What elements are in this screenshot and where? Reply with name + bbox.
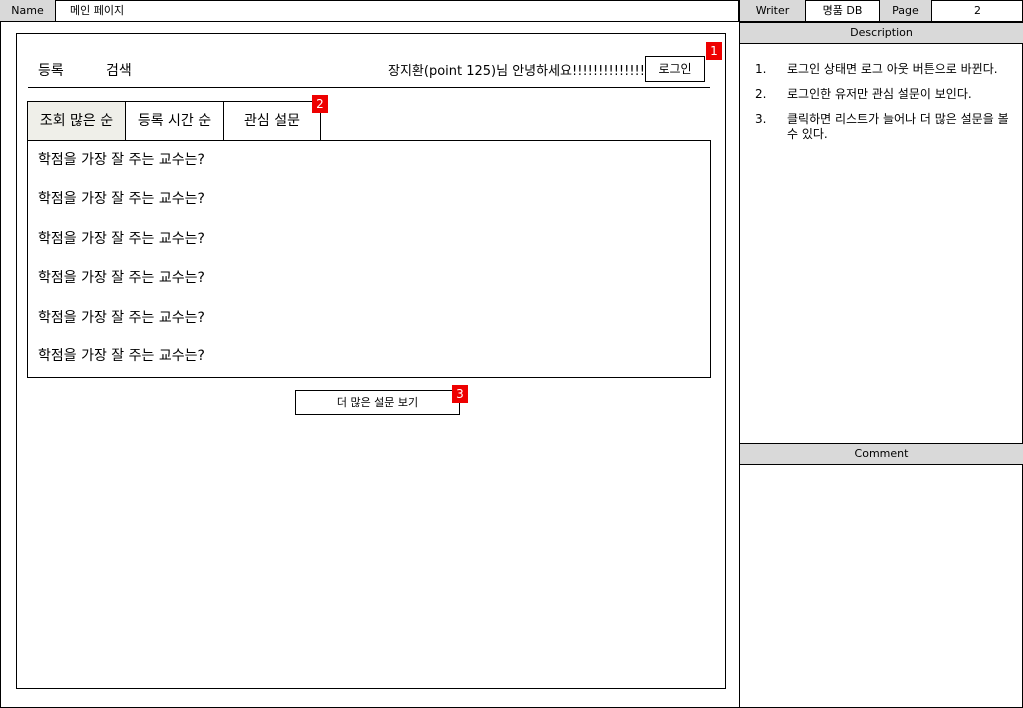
page-label: Page <box>880 0 932 22</box>
more-surveys-button[interactable]: 더 많은 설문 보기 <box>295 390 460 415</box>
survey-list-item[interactable]: 학점을 가장 잘 주는 교수는? <box>38 309 205 327</box>
tab-most-viewed[interactable]: 조회 많은 순 <box>27 101 126 141</box>
tab-favorite-surveys[interactable]: 관심 설문 <box>223 101 321 141</box>
page-number: 2 <box>932 0 1023 22</box>
survey-list-item[interactable]: 학점을 가장 잘 주는 교수는? <box>38 230 205 248</box>
survey-list-item[interactable]: 학점을 가장 잘 주는 교수는? <box>38 190 205 208</box>
writer-label: Writer <box>740 0 806 22</box>
nav-divider <box>28 87 710 88</box>
survey-list-item[interactable]: 학점을 가장 잘 주는 교수는? <box>38 151 205 169</box>
description-list: 1. 로그인 상태면 로그 아웃 버튼으로 바뀐다. 2. 로그인한 유저만 관심 … <box>755 62 1015 152</box>
annotation-badge-2: 2 <box>312 95 328 113</box>
survey-list-item[interactable]: 학점을 가장 잘 주는 교수는? <box>38 347 205 365</box>
login-button[interactable]: 로그인 <box>645 56 705 82</box>
greeting-text: 장지환(point 125)님 안녕하세요!!!!!!!!!!!!!!! <box>388 64 651 79</box>
nav-search-link[interactable]: 검색 <box>106 60 132 80</box>
description-item: 2. 로그인한 유저만 관심 설문이 보인다. <box>755 87 972 101</box>
survey-list: 학점을 가장 잘 주는 교수는? 학점을 가장 잘 주는 교수는? 학점을 가장… <box>27 140 711 378</box>
survey-list-item[interactable]: 학점을 가장 잘 주는 교수는? <box>38 269 205 287</box>
name-label: Name <box>0 0 56 22</box>
page-name-value: 메인 페이지 <box>56 0 739 22</box>
description-header: Description <box>740 22 1023 44</box>
annotation-badge-1: 1 <box>706 42 722 60</box>
panel-divider <box>739 0 740 708</box>
nav-register-link[interactable]: 등록 <box>38 60 64 80</box>
comment-header: Comment <box>740 443 1023 465</box>
writer-value: 명품 DB <box>806 0 880 22</box>
description-item: 1. 로그인 상태면 로그 아웃 버튼으로 바뀐다. <box>755 62 998 76</box>
annotation-badge-3: 3 <box>452 385 468 403</box>
tab-newest[interactable]: 등록 시간 순 <box>125 101 224 141</box>
description-item: 3. 클릭하면 리스트가 늘어나 더 많은 설문을 볼 수 있다. <box>755 112 1009 141</box>
